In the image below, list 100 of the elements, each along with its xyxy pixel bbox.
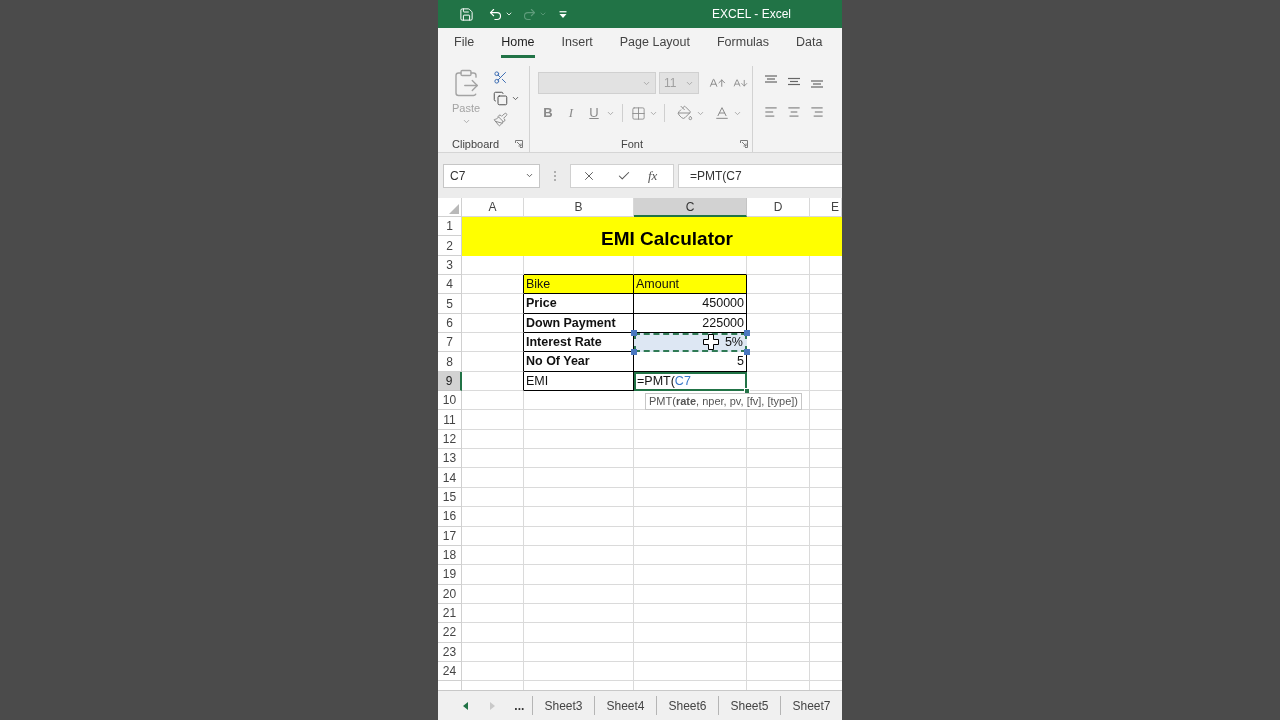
- table-cell: 5: [634, 352, 747, 372]
- paintbrush-icon[interactable]: [493, 112, 508, 127]
- ribbon-tab[interactable]: Data: [796, 31, 823, 58]
- empty-cell: [462, 603, 524, 624]
- row-header[interactable]: 13: [438, 449, 462, 469]
- row-header[interactable]: 21: [438, 603, 462, 624]
- sheet-tab[interactable]: Sheet3: [532, 696, 594, 715]
- row-header[interactable]: 14: [438, 468, 462, 488]
- row-header[interactable]: 6: [438, 313, 462, 334]
- row-header[interactable]: 19: [438, 565, 462, 585]
- empty-cell: [462, 584, 524, 604]
- column-header[interactable]: C: [634, 198, 747, 217]
- row-header[interactable]: 5: [438, 294, 462, 314]
- align-center-icon[interactable]: [787, 105, 801, 119]
- empty-cell: [747, 294, 810, 314]
- merged-title-cell: EMI Calculator: [462, 217, 842, 256]
- save-icon[interactable]: [459, 6, 474, 22]
- row-header[interactable]: 7: [438, 333, 462, 353]
- align-middle-icon[interactable]: [787, 75, 801, 88]
- empty-cell: [462, 507, 524, 527]
- empty-cell: [747, 565, 810, 585]
- empty-cell: [747, 526, 810, 546]
- row-header[interactable]: 17: [438, 526, 462, 546]
- scroll-left-icon[interactable]: [463, 701, 469, 710]
- empty-cell: [747, 661, 810, 682]
- empty-cell: [747, 623, 810, 643]
- selection-handle[interactable]: [744, 330, 750, 337]
- empty-cell: [747, 487, 810, 508]
- font-color-icon[interactable]: [714, 105, 730, 121]
- row-header[interactable]: 23: [438, 642, 462, 662]
- sheet-tab[interactable]: Sheet6: [656, 696, 718, 715]
- scissors-icon[interactable]: [493, 70, 508, 85]
- empty-cell: [462, 391, 524, 411]
- cell-editor[interactable]: =PMT(C7: [634, 371, 747, 392]
- borders-icon[interactable]: [631, 105, 646, 121]
- empty-cell: [462, 333, 524, 353]
- sheet-tab[interactable]: Sheet4: [594, 696, 656, 715]
- empty-cell: [462, 429, 524, 450]
- ribbon-tab[interactable]: File: [454, 31, 475, 58]
- selection-handle[interactable]: [744, 349, 750, 356]
- empty-cell: [462, 623, 524, 643]
- undo-icon[interactable]: [488, 6, 503, 22]
- row-header[interactable]: 9: [438, 371, 462, 392]
- caret-icon[interactable]: [505, 10, 513, 18]
- empty-cell: [462, 565, 524, 585]
- dialog-launcher-icon[interactable]: [740, 140, 748, 148]
- ribbon-tab[interactable]: Page Layout: [619, 31, 690, 58]
- empty-cell: [462, 352, 524, 372]
- name-box[interactable]: C7: [443, 163, 540, 188]
- align-right-icon[interactable]: [810, 105, 824, 119]
- empty-cell: [747, 255, 810, 276]
- caret-icon[interactable]: [511, 94, 520, 103]
- sheet-tab[interactable]: Sheet7: [780, 696, 842, 715]
- row-header[interactable]: 4: [438, 275, 462, 295]
- selection-handle[interactable]: [631, 330, 637, 337]
- customize-toolbar-icon[interactable]: [559, 10, 567, 18]
- copy-icon[interactable]: [493, 91, 508, 106]
- row-header[interactable]: 12: [438, 429, 462, 450]
- empty-cell: [462, 449, 524, 469]
- row-header[interactable]: 15: [438, 487, 462, 508]
- row-header[interactable]: 16: [438, 507, 462, 527]
- fill-color-icon[interactable]: [677, 105, 693, 121]
- table-header-cell: Amount: [634, 275, 747, 295]
- empty-cell: [747, 507, 810, 527]
- row-header[interactable]: 3: [438, 255, 462, 276]
- empty-cell: [462, 545, 524, 566]
- empty-cell: [462, 661, 524, 682]
- window-title: EXCEL - Excel: [712, 6, 791, 23]
- align-left-icon[interactable]: [764, 105, 778, 119]
- table-cell: EMI: [524, 371, 634, 392]
- row-header[interactable]: 11: [438, 410, 462, 430]
- table-cell: 5%: [634, 333, 747, 353]
- row-header[interactable]: 18: [438, 545, 462, 566]
- select-all-icon[interactable]: [449, 204, 459, 214]
- caret-icon[interactable]: [525, 171, 534, 180]
- cursor-icon: [703, 334, 719, 351]
- group-label: Clipboard: [452, 136, 500, 152]
- ribbon-tab[interactable]: Formulas: [716, 31, 770, 58]
- ribbon-tab[interactable]: Home: [501, 31, 535, 58]
- empty-cell: [747, 429, 810, 450]
- empty-cell: [747, 603, 810, 624]
- formula-input[interactable]: =PMT(C7: [678, 163, 842, 188]
- empty-cell: [462, 294, 524, 314]
- dialog-launcher-icon[interactable]: [515, 140, 523, 148]
- row-header[interactable]: 20: [438, 584, 462, 604]
- empty-cell: [747, 410, 810, 430]
- empty-cell: [747, 449, 810, 469]
- table-header-cell: Bike: [524, 275, 634, 295]
- selection-handle[interactable]: [631, 349, 637, 356]
- empty-cell: [462, 410, 524, 430]
- row-header[interactable]: 10: [438, 391, 462, 411]
- row-header[interactable]: 8: [438, 352, 462, 372]
- more-sheets-button[interactable]: ...: [506, 691, 532, 720]
- insert-function-button[interactable]: fx: [648, 165, 658, 186]
- row-header[interactable]: 24: [438, 661, 462, 682]
- row-header[interactable]: 22: [438, 623, 462, 643]
- sheet-tab[interactable]: Sheet5: [718, 696, 780, 715]
- ribbon-tab[interactable]: Insert: [561, 31, 593, 58]
- table-cell: Price: [524, 294, 634, 314]
- empty-cell: [462, 526, 524, 546]
